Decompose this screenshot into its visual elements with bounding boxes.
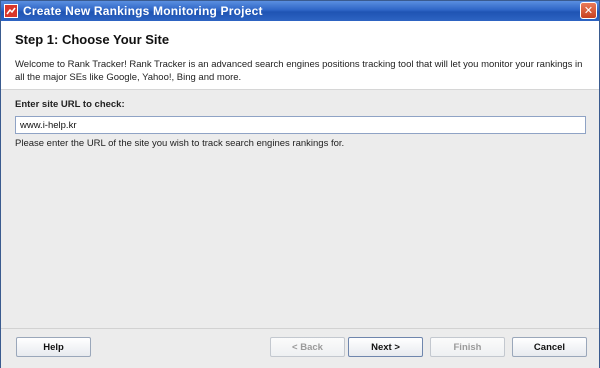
url-label: Enter site URL to check:	[15, 99, 125, 110]
finish-button[interactable]: Finish	[430, 337, 505, 357]
wizard-footer: Help < Back Next > Finish Cancel	[1, 328, 599, 368]
step-description: Welcome to Rank Tracker! Rank Tracker is…	[15, 59, 583, 83]
close-button[interactable]: ✕	[580, 2, 597, 19]
title-bar[interactable]: Create New Rankings Monitoring Project ✕	[1, 1, 599, 21]
close-icon: ✕	[583, 5, 594, 17]
app-icon	[4, 4, 18, 18]
next-button[interactable]: Next >	[348, 337, 423, 357]
step-title: Step 1: Choose Your Site	[15, 32, 170, 47]
wizard-header: Step 1: Choose Your Site Welcome to Rank…	[1, 21, 599, 90]
wizard-content: Enter site URL to check: Please enter th…	[1, 90, 599, 328]
site-url-input[interactable]	[15, 116, 586, 134]
help-button[interactable]: Help	[16, 337, 91, 357]
dialog-window: Create New Rankings Monitoring Project ✕…	[0, 0, 600, 368]
url-hint: Please enter the URL of the site you wis…	[15, 138, 345, 149]
window-title: Create New Rankings Monitoring Project	[23, 4, 263, 18]
chart-icon	[6, 7, 16, 15]
cancel-button[interactable]: Cancel	[512, 337, 587, 357]
back-button[interactable]: < Back	[270, 337, 345, 357]
